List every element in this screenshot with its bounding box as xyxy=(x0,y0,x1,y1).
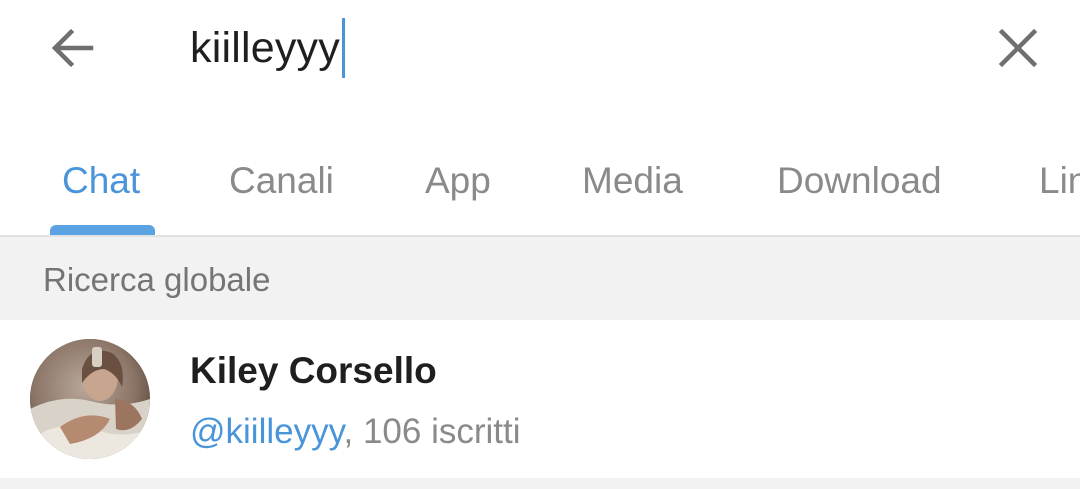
back-button[interactable] xyxy=(44,20,100,76)
tab-label: Download xyxy=(777,160,942,201)
result-subscribers: , 106 iscritti xyxy=(343,412,521,451)
result-name: Kiley Corsello xyxy=(190,350,437,391)
section-header: Ricerca globale xyxy=(0,237,1080,320)
result-subtitle: @kiilleyyy, 106 iscritti xyxy=(190,412,521,452)
tab-media[interactable]: Media xyxy=(582,130,683,236)
clear-search-button[interactable] xyxy=(990,20,1046,76)
search-query-text: kiilleyyy xyxy=(190,23,340,72)
list-divider xyxy=(0,478,1080,489)
tab-download[interactable]: Download xyxy=(777,130,942,236)
tab-label: Canali xyxy=(229,160,334,201)
tab-label: App xyxy=(425,160,491,201)
search-tabs: Chat Canali App Media Download Link xyxy=(0,130,1080,236)
avatar xyxy=(30,339,150,459)
tab-app[interactable]: App xyxy=(425,130,491,236)
tab-canali[interactable]: Canali xyxy=(229,130,334,236)
tab-label: Media xyxy=(582,160,683,201)
tab-label: Link xyxy=(1039,160,1080,201)
arrow-left-icon xyxy=(51,28,94,68)
tab-label: Chat xyxy=(62,160,141,201)
section-title: Ricerca globale xyxy=(43,261,271,298)
tab-link[interactable]: Link xyxy=(1039,130,1080,236)
search-input[interactable]: kiilleyyy xyxy=(190,18,345,78)
search-toolbar: kiilleyyy xyxy=(0,0,1080,120)
text-cursor xyxy=(341,18,345,78)
close-icon xyxy=(998,28,1038,68)
tab-chat[interactable]: Chat xyxy=(62,130,140,236)
result-username: @kiilleyyy xyxy=(190,412,344,451)
search-result-row[interactable]: Kiley Corsello @kiilleyyy, 106 iscritti xyxy=(0,320,1080,478)
